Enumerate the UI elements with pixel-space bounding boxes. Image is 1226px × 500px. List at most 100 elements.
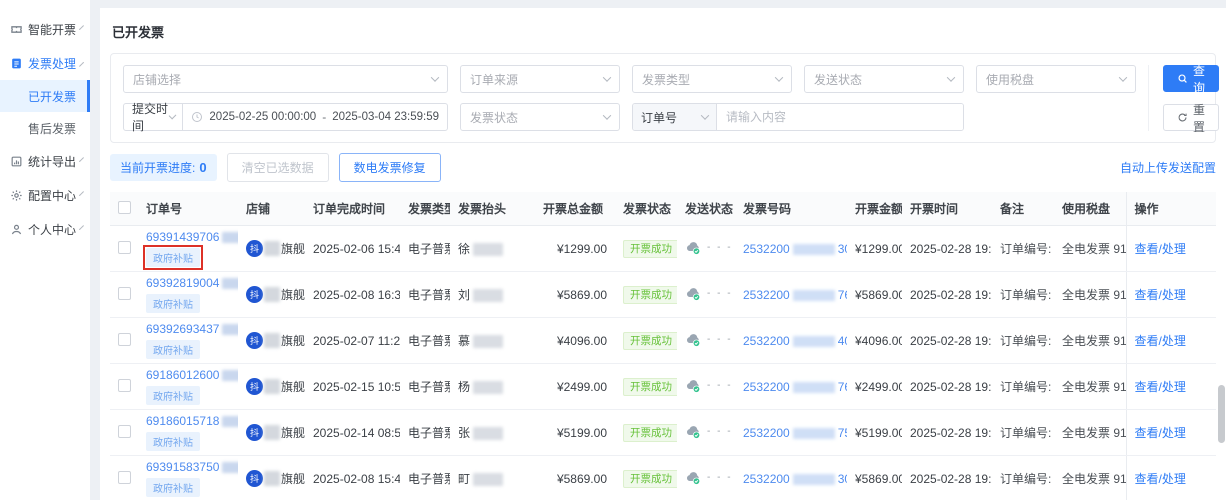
invoice-total-amount: ¥2499.00: [535, 363, 615, 410]
row-checkbox[interactable]: [118, 378, 131, 392]
view-handle-link[interactable]: 查看/处理: [1135, 242, 1186, 256]
tax-disk-cell: 全电发票 91320...: [1054, 225, 1126, 272]
order-number-link[interactable]: 691860157180111: [146, 414, 238, 428]
view-handle-link[interactable]: 查看/处理: [1135, 334, 1186, 348]
chevron-down-icon: [774, 73, 784, 82]
cloud-check-icon: [685, 285, 702, 302]
sidebar-item-stats-export[interactable]: 统计导出: [0, 144, 90, 178]
order-number-link[interactable]: 693914397064320: [146, 230, 238, 244]
col-invoice-title: 发票抬头: [458, 202, 507, 216]
invoice-number-link[interactable]: 25322004080: [743, 334, 847, 348]
view-handle-link[interactable]: 查看/处理: [1135, 380, 1186, 394]
invoice-icon: [10, 57, 23, 70]
row-checkbox[interactable]: [118, 240, 131, 254]
invoice-number-link[interactable]: 25322003018: [743, 242, 847, 256]
redacted-order-digits: [222, 370, 238, 382]
vertical-scrollbar-thumb[interactable]: [1218, 385, 1225, 443]
remark-cell: 订单编号: 6...: [992, 455, 1054, 500]
invoice-total-amount: ¥5199.00: [535, 409, 615, 456]
col-invoice-type: 发票类型: [408, 202, 450, 216]
col-store: 店铺: [246, 202, 271, 216]
order-source-select[interactable]: 订单来源: [460, 65, 620, 93]
col-finish-time: 订单完成时间: [313, 202, 386, 216]
clear-selected-button[interactable]: 清空已选数据: [226, 153, 329, 182]
view-handle-link[interactable]: 查看/处理: [1135, 472, 1186, 486]
order-finish-time: 2025-02-08 16:34:42: [305, 271, 400, 318]
store-cell: 抖旗舰店: [246, 470, 305, 487]
chevron-down-icon: [602, 73, 612, 82]
time-type-select[interactable]: 提交时间: [124, 102, 184, 133]
digital-invoice-repair-button[interactable]: 数电发票修复: [338, 153, 441, 182]
subsidy-tag-wrap: 政府补贴: [143, 245, 203, 270]
invoice-amount: ¥5869.00: [847, 455, 902, 500]
invoice-time: 2025-02-28 19:24:41: [902, 363, 992, 410]
redacted-invoice-digits: [792, 427, 835, 439]
clock-icon: [191, 111, 203, 123]
select-all-checkbox[interactable]: [118, 200, 131, 214]
invoice-time: 2025-02-28 19:24:29: [902, 409, 992, 456]
search-button[interactable]: 查询: [1163, 64, 1220, 95]
row-checkbox[interactable]: [118, 470, 131, 484]
reset-button[interactable]: 重置: [1163, 103, 1220, 134]
subsidy-tag: 政府补贴: [146, 340, 200, 359]
tax-disk-select[interactable]: 使用税盘: [976, 65, 1136, 93]
redacted-buyer-name: [473, 289, 504, 303]
keyword-input[interactable]: [717, 104, 963, 130]
order-number-link[interactable]: 693915837507045: [146, 460, 238, 474]
sidebar-subitem-issued-invoices[interactable]: 已开发票: [0, 80, 90, 112]
order-number-link[interactable]: 693928190046685: [146, 276, 238, 290]
invoice-title: 张: [450, 409, 535, 456]
sidebar-item-smart-invoicing[interactable]: 智能开票: [0, 12, 90, 46]
row-checkbox[interactable]: [118, 332, 131, 346]
sidebar-item-config-center[interactable]: 配置中心: [0, 178, 90, 212]
invoice-status-select[interactable]: 发票状态: [460, 103, 620, 131]
col-amount: 开票金额: [855, 202, 902, 216]
sidebar-subitem-aftersale-invoices[interactable]: 售后发票: [0, 112, 90, 144]
sidebar-item-label: 配置中心: [28, 188, 77, 203]
invoice-status-badge: 开票成功: [623, 470, 677, 488]
shop-select[interactable]: 店铺选择: [123, 65, 448, 93]
send-status-cell: - - -: [685, 377, 733, 394]
invoice-number-link[interactable]: 25322003012: [743, 472, 847, 486]
view-handle-link[interactable]: 查看/处理: [1135, 426, 1186, 440]
order-number-link[interactable]: 691860126009029: [146, 368, 238, 382]
invoice-table: 订单号 店铺 订单完成时间 发票类型 发票抬头 开票总金额 发票状态 发送状态?…: [110, 192, 1216, 500]
order-finish-time: 2025-02-06 15:41:09: [305, 225, 400, 272]
remark-cell: 订单编号: 6...: [992, 409, 1054, 456]
subsidy-tag-wrap: 政府补贴: [146, 478, 200, 497]
invoice-number-link[interactable]: 25322007643: [743, 288, 847, 302]
sidebar-item-personal-center[interactable]: 个人中心: [0, 212, 90, 246]
send-status-select[interactable]: 发送状态: [804, 65, 964, 93]
invoice-title: 町: [450, 455, 535, 500]
invoice-total-amount: ¥5869.00: [535, 455, 615, 500]
chevron-down-icon: [430, 73, 440, 82]
send-status-cell: - - -: [685, 423, 733, 440]
chevron-down-icon: [79, 25, 84, 31]
sidebar-item-invoice-processing[interactable]: 发票处理: [0, 46, 90, 80]
invoice-amount: ¥5869.00: [847, 271, 902, 318]
col-total-amount: 开票总金额: [543, 202, 604, 216]
redacted-buyer-name: [473, 427, 504, 441]
order-finish-time: 2025-02-07 11:24:29: [305, 317, 400, 364]
cloud-check-icon: [685, 377, 702, 394]
invoice-type: 电子普票: [400, 225, 450, 272]
sidebar-item-label: 智能开票: [28, 22, 77, 37]
redacted-order-digits: [222, 462, 238, 474]
subsidy-tag: 政府补贴: [146, 386, 200, 405]
row-checkbox[interactable]: [118, 424, 131, 438]
chevron-down-icon: [79, 225, 84, 231]
gear-icon: [10, 189, 23, 202]
row-checkbox[interactable]: [118, 286, 131, 300]
date-range-input[interactable]: 2025-02-25 00:00:00 - 2025-03-04 23:59:5…: [183, 110, 447, 124]
search-field-select[interactable]: 订单号: [633, 104, 717, 130]
auto-upload-config-link[interactable]: 自动上传发送配置: [1120, 159, 1216, 176]
order-number-link[interactable]: 693926934377046: [146, 322, 238, 336]
view-handle-link[interactable]: 查看/处理: [1135, 288, 1186, 302]
invoice-type-select[interactable]: 发票类型: [632, 65, 792, 93]
douyin-store-icon: 抖: [246, 424, 263, 441]
redacted-buyer-name: [473, 473, 504, 487]
invoice-number-link[interactable]: 25322007502: [743, 426, 847, 440]
invoice-number-link[interactable]: 25322007602: [743, 380, 847, 394]
sidebar-item-label: 发票处理: [28, 56, 77, 71]
table-row: 693914397064320 政府补贴 抖旗舰店 2025-02-06 15:…: [110, 225, 1216, 272]
